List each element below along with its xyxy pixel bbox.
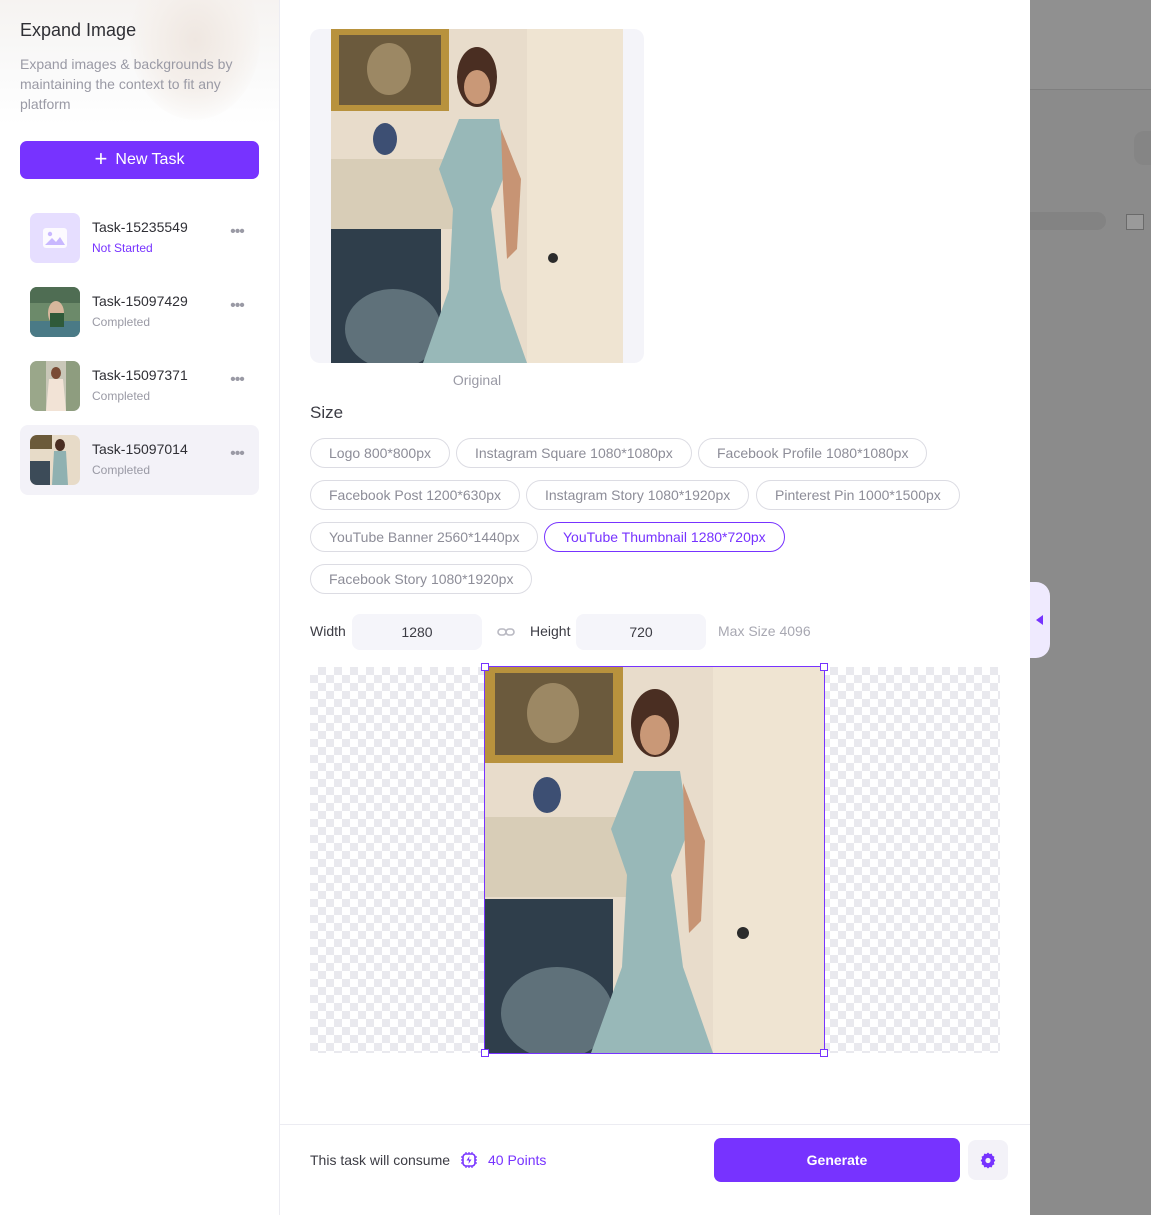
more-options-icon[interactable]: •••	[226, 372, 248, 393]
max-size-note: Max Size 4096	[718, 623, 811, 639]
task-name: Task-15097429	[92, 293, 188, 309]
task-status: Completed	[92, 389, 151, 403]
broken-image-icon	[1126, 214, 1144, 230]
width-label: Width	[310, 623, 346, 639]
resize-handle[interactable]	[481, 1049, 489, 1057]
task-item[interactable]: Task-15097014 Completed •••	[20, 425, 259, 495]
resize-handle[interactable]	[820, 663, 828, 671]
original-image	[331, 29, 623, 363]
original-label: Original	[452, 372, 502, 388]
settings-button[interactable]	[968, 1140, 1008, 1180]
preset-youtube-thumbnail[interactable]: YouTube Thumbnail 1280*720px	[544, 522, 785, 552]
task-item[interactable]: Task-15097429 Completed •••	[20, 277, 259, 347]
task-name: Task-15097014	[92, 441, 188, 457]
task-name: Task-15097371	[92, 367, 188, 383]
consume-text: This task will consume	[310, 1152, 451, 1168]
task-thumbnail	[30, 435, 80, 485]
task-item[interactable]: Task-15097371 Completed •••	[20, 351, 259, 421]
preset-youtube-banner[interactable]: YouTube Banner 2560*1440px	[310, 522, 539, 552]
background-progress-bar	[1022, 212, 1106, 230]
size-section-title: Size	[310, 403, 344, 422]
generate-button[interactable]: Generate	[714, 1138, 960, 1182]
resize-handle[interactable]	[820, 1049, 828, 1057]
more-options-icon[interactable]: •••	[226, 446, 248, 467]
task-thumbnail	[30, 361, 80, 411]
height-label: Height	[530, 623, 571, 639]
preset-facebook-post[interactable]: Facebook Post 1200*630px	[310, 480, 521, 510]
new-task-button[interactable]: + New Task	[20, 141, 259, 179]
more-options-icon[interactable]: •••	[226, 224, 248, 245]
original-image-card	[310, 29, 644, 363]
source-image-on-canvas[interactable]	[484, 666, 825, 1054]
task-thumbnail	[30, 287, 80, 337]
caret-left-icon	[1036, 615, 1043, 625]
points-cost: 40 Points	[488, 1152, 547, 1168]
task-status: Completed	[92, 463, 151, 477]
link-aspect-icon[interactable]	[497, 625, 515, 639]
task-sidebar: Expand Image Expand images & backgrounds…	[0, 0, 280, 1215]
preset-instagram-story[interactable]: Instagram Story 1080*1920px	[526, 480, 750, 510]
width-input[interactable]	[352, 614, 482, 650]
background-header	[1030, 0, 1151, 90]
expand-canvas[interactable]	[310, 663, 1000, 1057]
points-icon	[461, 1152, 477, 1168]
sidebar-subtitle: Expand images & backgrounds by maintaini…	[20, 56, 233, 112]
more-options-icon[interactable]: •••	[226, 298, 248, 319]
new-task-label: New Task	[115, 151, 185, 168]
action-footer: This task will consume 40 Points Generat…	[280, 1124, 1030, 1215]
preset-logo[interactable]: Logo 800*800px	[310, 438, 450, 468]
resize-handle[interactable]	[481, 663, 489, 671]
plus-icon: +	[94, 146, 108, 171]
task-name: Task-15235549	[92, 219, 188, 235]
preset-instagram-square[interactable]: Instagram Square 1080*1080px	[456, 438, 692, 468]
gear-icon	[980, 1152, 996, 1169]
preset-facebook-profile[interactable]: Facebook Profile 1080*1080px	[698, 438, 928, 468]
height-input[interactable]	[576, 614, 706, 650]
sidebar-title: Expand Image	[20, 20, 137, 40]
background-button	[1134, 131, 1151, 165]
image-placeholder-icon	[30, 213, 80, 263]
task-status: Completed	[92, 315, 151, 329]
task-status: Not Started	[92, 241, 153, 255]
preset-facebook-story[interactable]: Facebook Story 1080*1920px	[310, 564, 533, 594]
expand-image-panel: Original Size Logo 800*800px Instagram S…	[280, 0, 1030, 1215]
collapse-panel-button[interactable]	[1030, 582, 1050, 658]
task-item[interactable]: Task-15235549 Not Started •••	[20, 203, 259, 273]
preset-pinterest-pin[interactable]: Pinterest Pin 1000*1500px	[756, 480, 960, 510]
